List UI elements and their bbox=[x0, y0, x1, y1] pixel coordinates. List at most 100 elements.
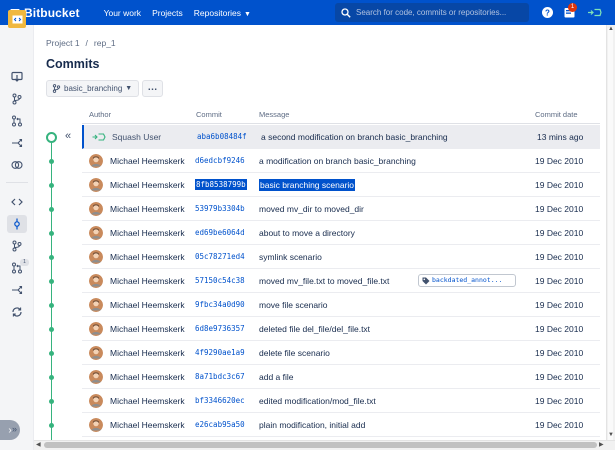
commit-graph-node bbox=[49, 423, 54, 428]
commit-row[interactable]: Michael Heemskerk d6edcbf9246 a modificati… bbox=[82, 149, 600, 173]
commit-date: 19 Dec 2010 bbox=[535, 252, 584, 262]
commit-message-text: moved mv_dir to moved_dir bbox=[259, 204, 364, 214]
commit-message[interactable]: plain modification, initial add bbox=[259, 413, 365, 437]
avatar bbox=[89, 226, 103, 240]
sidebar-item-commits[interactable] bbox=[7, 215, 27, 233]
nav-projects[interactable]: Projects bbox=[152, 8, 183, 18]
collapse-graph-button[interactable]: « bbox=[61, 130, 75, 144]
commit-author: Michael Heemskerk bbox=[110, 276, 185, 286]
commit-message[interactable]: moved mv_dir to moved_dir bbox=[259, 197, 364, 221]
commit-hash-link[interactable]: 4f9290ae1a9 bbox=[195, 341, 245, 365]
commit-date: 19 Dec 2010 bbox=[535, 372, 584, 382]
commit-row[interactable]: Michael Heemskerk 05c78271ed4 symlink scen… bbox=[82, 245, 600, 269]
branches-icon bbox=[12, 93, 22, 105]
commit-message-text: deleted file del_file/del_file.txt bbox=[259, 324, 371, 334]
commit-hash: 05c78271ed4 bbox=[195, 252, 245, 261]
scroll-down-arrow-icon[interactable]: ▼ bbox=[608, 432, 614, 438]
user-avatar-icon[interactable] bbox=[587, 6, 602, 19]
commit-message[interactable]: move file scenario bbox=[259, 293, 328, 317]
commit-message[interactable]: about to move a directory bbox=[259, 221, 355, 245]
commit-hash-link[interactable]: e26cab95a50 bbox=[195, 413, 245, 437]
commit-message-text: plain modification, initial add bbox=[259, 420, 366, 430]
commit-row[interactable]: Michael Heemskerk 9fbc34a0d90 move file sc… bbox=[82, 293, 600, 317]
sidebar-item-source[interactable] bbox=[7, 68, 27, 86]
sidebar-item-compare[interactable] bbox=[7, 156, 27, 174]
sidebar-item-forks-2[interactable] bbox=[7, 281, 27, 299]
commit-hash: d6edcbf9246 bbox=[195, 156, 245, 165]
commit-date: 19 Dec 2010 bbox=[535, 420, 584, 430]
sync-icon bbox=[12, 307, 22, 317]
breadcrumb-separator: / bbox=[85, 38, 88, 48]
commit-hash: e26cab95a50 bbox=[195, 420, 245, 429]
commit-row[interactable]: Michael Heemskerk e26cab95a50 plain modifi… bbox=[82, 413, 600, 437]
commit-hash-link[interactable]: 05c78271ed4 bbox=[195, 245, 245, 269]
commit-message[interactable]: edited modification/mod_file.txt bbox=[259, 389, 376, 413]
commit-message[interactable]: a modification on branch basic_branching bbox=[259, 149, 416, 173]
commit-hash-link[interactable]: 6d8e9736357 bbox=[195, 317, 245, 341]
search-icon bbox=[341, 7, 351, 18]
commit-message[interactable]: deleted file del_file/del_file.txt bbox=[259, 317, 370, 341]
expand-chevron: » bbox=[12, 424, 18, 434]
commit-message[interactable]: basic branching scenario bbox=[259, 173, 356, 197]
commit-message-text: a second modification on branch basic_br… bbox=[261, 132, 448, 142]
page-title: Commits bbox=[46, 57, 100, 71]
commit-author: Michael Heemskerk bbox=[110, 372, 185, 382]
commit-message[interactable]: delete file scenario bbox=[259, 341, 330, 365]
commit-row[interactable]: Michael Heemskerk ed69be6064d about to mov… bbox=[82, 221, 600, 245]
sidebar-item-sync[interactable] bbox=[7, 303, 27, 321]
commit-hash: 53979b3304b bbox=[195, 204, 245, 213]
commit-row[interactable]: Michael Heemskerk 8fb8538799b basic branch… bbox=[82, 173, 600, 197]
scroll-left-arrow-icon[interactable]: ◀ bbox=[36, 441, 41, 448]
commit-date: 19 Dec 2010 bbox=[535, 276, 584, 286]
nav-your-work[interactable]: Your work bbox=[104, 8, 141, 18]
commit-row[interactable]: Michael Heemskerk 57150c54c38 moved mv_fil… bbox=[82, 269, 600, 293]
vertical-scrollbar-thumb[interactable] bbox=[608, 28, 613, 440]
commit-hash-link[interactable]: 53979b3304b bbox=[195, 197, 245, 221]
horizontal-scrollbar-thumb[interactable] bbox=[44, 442, 597, 448]
commit-row[interactable]: Michael Heemskerk 8a71bdc3c67 add a file 19… bbox=[82, 365, 600, 389]
avatar bbox=[89, 274, 103, 288]
search-box[interactable] bbox=[335, 3, 529, 22]
commit-row[interactable]: Michael Heemskerk 6d8e9736357 deleted file… bbox=[82, 317, 600, 341]
commit-graph-node bbox=[49, 327, 54, 332]
sidebar-item-pull-requests[interactable] bbox=[7, 112, 27, 130]
tag-badge[interactable]: backdated_annot... bbox=[418, 274, 516, 287]
column-header-message: Message bbox=[259, 110, 290, 119]
commit-hash-link[interactable]: 9fbc34a0d90 bbox=[195, 293, 245, 317]
commit-hash-link[interactable]: aba6b08484f bbox=[197, 125, 247, 149]
commit-hash-link[interactable]: 8fb8538799b bbox=[195, 173, 247, 197]
search-input[interactable] bbox=[356, 8, 526, 17]
commit-message[interactable]: add a file bbox=[259, 365, 294, 389]
commit-message[interactable]: a second modification on branch basic_br… bbox=[261, 125, 448, 149]
more-actions-button[interactable]: … bbox=[142, 80, 163, 97]
branch-selector[interactable]: basic_branching ▼ bbox=[46, 80, 139, 97]
scroll-right-arrow-icon[interactable]: ▶ bbox=[599, 441, 604, 448]
project-avatar[interactable] bbox=[8, 10, 26, 28]
commit-hash-link[interactable]: 8a71bdc3c67 bbox=[195, 365, 245, 389]
help-icon[interactable]: ? bbox=[541, 6, 554, 19]
commit-graph-node bbox=[49, 255, 54, 260]
breadcrumb-repo[interactable]: rep_1 bbox=[94, 38, 116, 48]
commit-hash-link[interactable]: 57150c54c38 bbox=[195, 269, 245, 293]
sidebar-item-branches[interactable] bbox=[7, 90, 27, 108]
commit-row[interactable]: Michael Heemskerk 53979b3304b moved mv_dir… bbox=[82, 197, 600, 221]
top-navigation: Bitbucket Your work Projects Repositorie… bbox=[0, 0, 615, 25]
scroll-up-arrow-icon[interactable]: ▲ bbox=[608, 26, 614, 32]
avatar bbox=[89, 154, 103, 168]
commit-hash-link[interactable]: d6edcbf9246 bbox=[195, 149, 245, 173]
nav-repositories[interactable]: Repositories ▼ bbox=[194, 8, 251, 18]
squash-user-icon bbox=[92, 133, 106, 141]
commit-row[interactable]: Squash User aba6b08484f a second modificat… bbox=[82, 125, 600, 149]
commit-row[interactable]: Michael Heemskerk 4f9290ae1a9 delete file … bbox=[82, 341, 600, 365]
sidebar-item-forks[interactable] bbox=[7, 134, 27, 152]
commit-hash-link[interactable]: ed69be6064d bbox=[195, 221, 245, 245]
commit-hash-link[interactable]: bf3346620ec bbox=[195, 389, 245, 413]
commit-message[interactable]: moved mv_file.txt to moved_file.txt bbox=[259, 269, 389, 293]
commit-row[interactable]: Michael Heemskerk bf3346620ec edited modif… bbox=[82, 389, 600, 413]
sidebar-item-branches-2[interactable] bbox=[7, 237, 27, 255]
commit-message[interactable]: symlink scenario bbox=[259, 245, 322, 269]
breadcrumb-project[interactable]: Project 1 bbox=[46, 38, 80, 48]
sidebar-item-code[interactable] bbox=[7, 193, 27, 211]
commit-author: Michael Heemskerk bbox=[110, 324, 185, 334]
commit-date: 19 Dec 2010 bbox=[535, 228, 584, 238]
